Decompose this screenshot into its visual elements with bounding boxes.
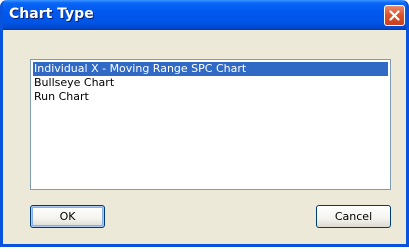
list-item-run-chart[interactable]: Run Chart xyxy=(33,90,90,104)
list-item-individual-x-moving-range[interactable]: Individual X - Moving Range SPC Chart xyxy=(33,62,388,76)
chart-type-list[interactable]: Individual X - Moving Range SPC Chart Bu… xyxy=(30,59,391,190)
cancel-button[interactable]: Cancel xyxy=(316,205,391,228)
list-item-bullseye-chart[interactable]: Bullseye Chart xyxy=(33,76,115,90)
dialog-title: Chart Type xyxy=(9,6,94,22)
close-button[interactable] xyxy=(384,5,405,26)
title-bar[interactable]: Chart Type xyxy=(3,0,406,30)
chart-type-dialog: Chart Type Individual X - Moving Range S… xyxy=(0,0,409,247)
close-icon xyxy=(389,10,400,21)
ok-button[interactable]: OK xyxy=(30,205,105,228)
